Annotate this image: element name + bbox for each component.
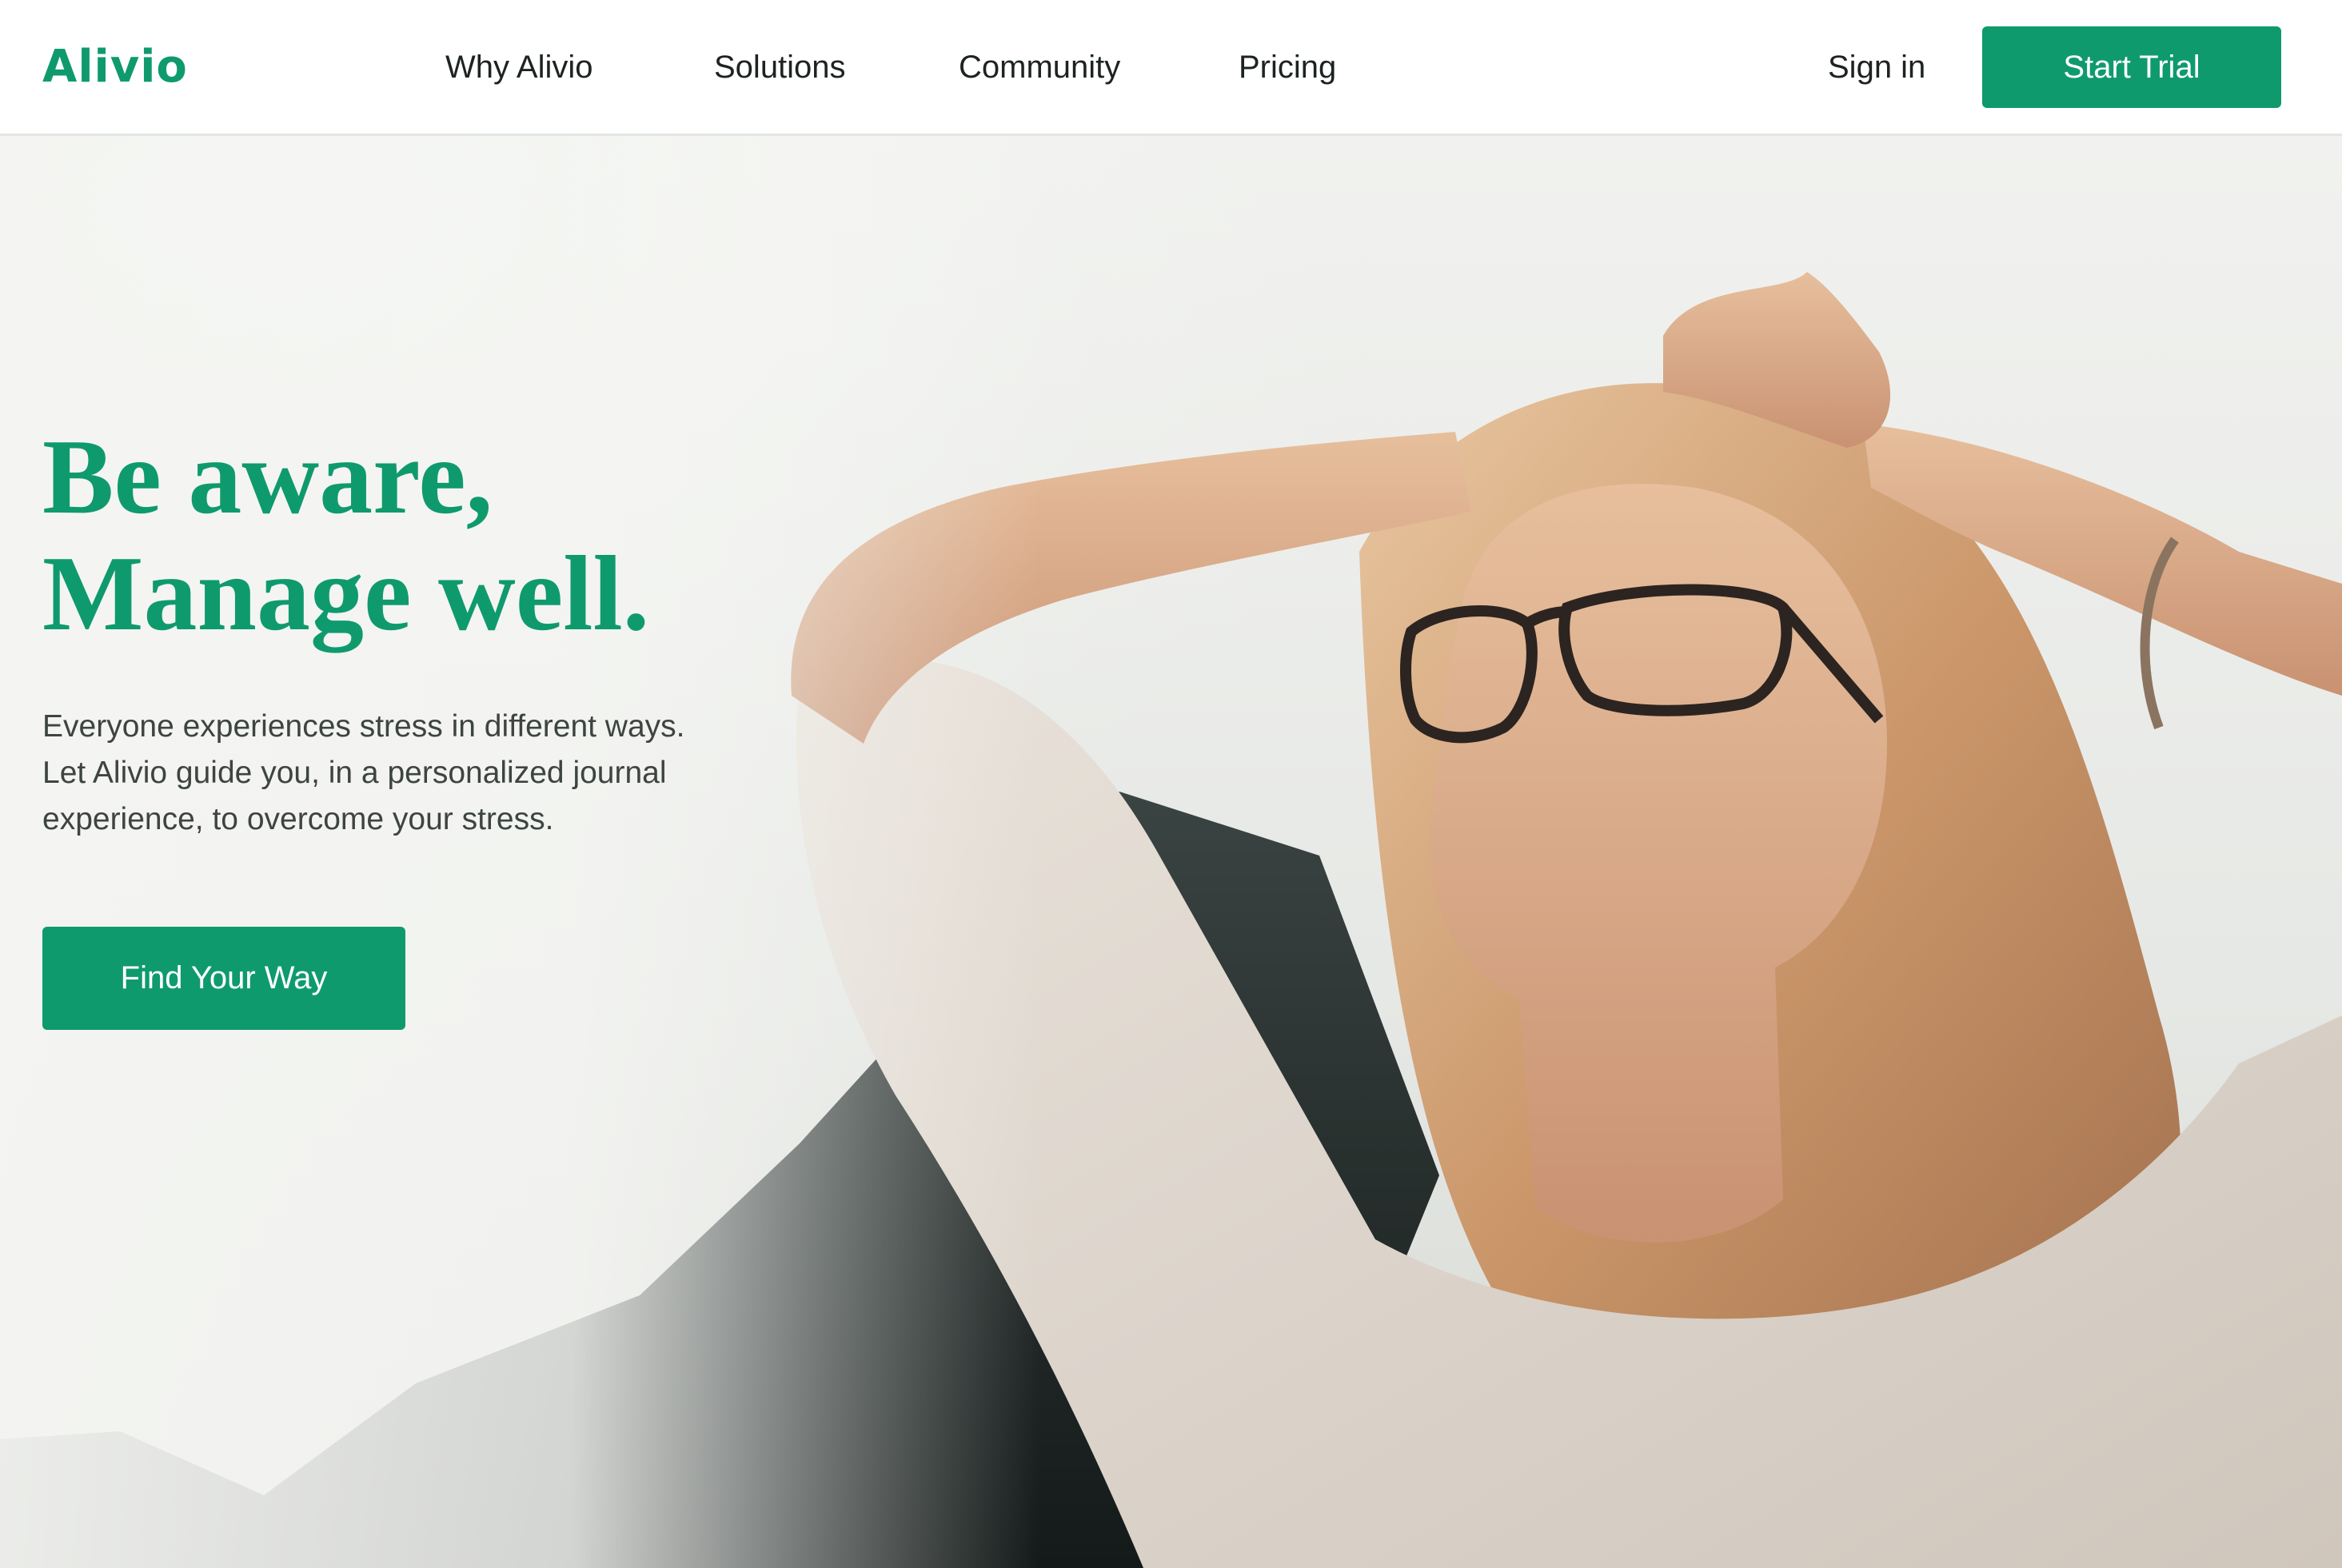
- hero-description-line-2: Let Alivio guide you, in a personalized …: [42, 756, 667, 790]
- hero-description-line-1: Everyone experiences stress in different…: [42, 709, 685, 744]
- nav-pricing[interactable]: Pricing: [1239, 45, 1336, 90]
- sign-in-link[interactable]: Sign in: [1828, 45, 1925, 90]
- hero-description-line-3: experience, to overcome your stress.: [42, 802, 554, 836]
- start-trial-button[interactable]: Start Trial: [1982, 26, 2281, 108]
- brand-logo[interactable]: Alivio: [42, 35, 188, 99]
- hero-section: Be aware, Manage well. Everyone experien…: [0, 136, 2342, 1568]
- find-your-way-button[interactable]: Find Your Way: [42, 927, 405, 1030]
- nav-solutions[interactable]: Solutions: [714, 45, 846, 90]
- hero-glow: [0, 136, 1039, 1568]
- top-navbar: Alivio Why Alivio Solutions Community Pr…: [0, 0, 2342, 136]
- nav-community[interactable]: Community: [959, 45, 1120, 90]
- hero-description: Everyone experiences stress in different…: [42, 704, 762, 843]
- hero-title: Be aware, Manage well.: [42, 418, 649, 652]
- hero-title-line-1: Be aware,: [42, 417, 493, 536]
- nav-why-alivio[interactable]: Why Alivio: [445, 45, 593, 90]
- hero-title-line-2: Manage well.: [42, 534, 650, 652]
